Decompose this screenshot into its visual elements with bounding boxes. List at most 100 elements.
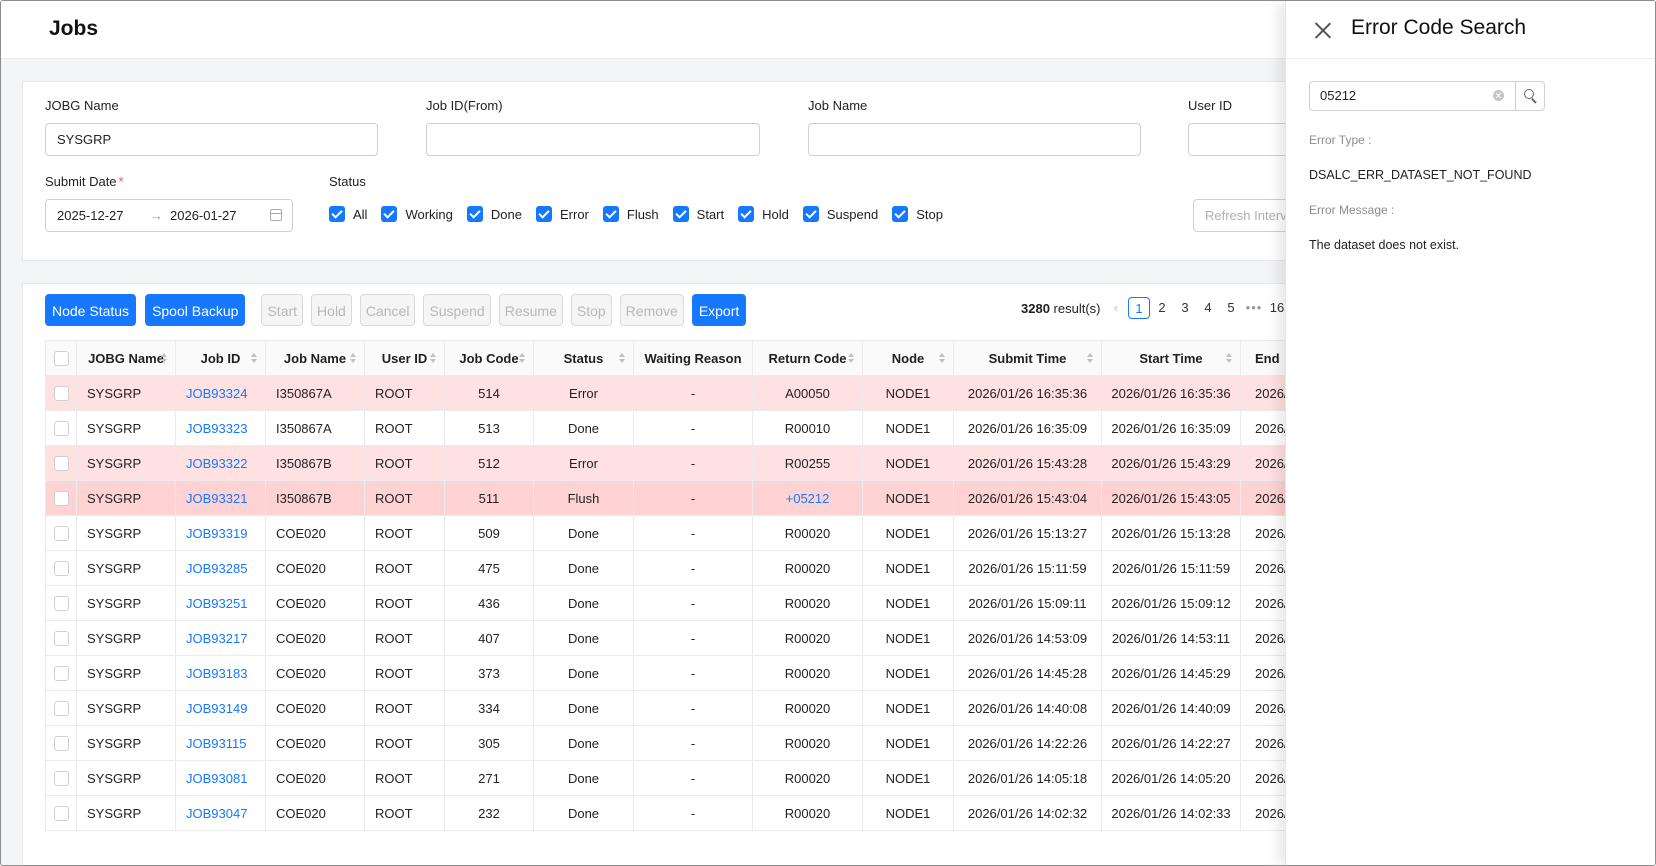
row-checkbox-cell[interactable] xyxy=(45,445,77,481)
status-option-stop[interactable]: Stop xyxy=(892,206,943,222)
status-option-error[interactable]: Error xyxy=(535,206,589,222)
row-checkbox[interactable] xyxy=(53,805,69,821)
prev-page-icon[interactable]: ‹ xyxy=(1105,297,1127,319)
row-checkbox-cell[interactable] xyxy=(45,795,77,831)
col-job-id[interactable]: Job ID xyxy=(175,340,266,376)
page-5[interactable]: 5 xyxy=(1220,297,1242,319)
checkbox-checked-icon[interactable] xyxy=(466,206,483,222)
status-option-all[interactable]: All xyxy=(329,206,367,222)
row-checkbox-cell[interactable] xyxy=(45,585,77,621)
row-checkbox[interactable] xyxy=(53,385,69,401)
close-icon[interactable] xyxy=(1314,21,1332,39)
row-checkbox-cell[interactable] xyxy=(45,760,77,796)
page-3[interactable]: 3 xyxy=(1174,297,1196,319)
sort-icon[interactable] xyxy=(619,353,625,363)
row-checkbox[interactable] xyxy=(53,560,69,576)
status-option-flush[interactable]: Flush xyxy=(602,206,659,222)
row-checkbox-cell[interactable] xyxy=(45,690,77,726)
row-checkbox[interactable] xyxy=(53,665,69,681)
cell-job-id[interactable]: JOB93323 xyxy=(175,410,266,446)
remove-button[interactable]: Remove xyxy=(619,294,684,326)
error-code-search-input[interactable]: 05212 xyxy=(1309,81,1515,111)
more-pages-icon[interactable]: ••• xyxy=(1243,297,1265,319)
job-name-input[interactable] xyxy=(808,123,1141,156)
calendar-icon[interactable] xyxy=(270,209,282,221)
row-checkbox-cell[interactable] xyxy=(45,515,77,551)
job-id-from-input[interactable] xyxy=(426,123,760,156)
cell-job-id[interactable]: JOB93183 xyxy=(175,655,266,691)
page-2[interactable]: 2 xyxy=(1151,297,1173,319)
sort-icon[interactable] xyxy=(1226,353,1232,363)
jobg-name-input[interactable]: SYSGRP xyxy=(45,123,378,156)
checkbox-checked-icon[interactable] xyxy=(329,206,345,222)
resume-button[interactable]: Resume xyxy=(498,294,563,326)
sort-icon[interactable] xyxy=(430,353,436,363)
checkbox-checked-icon[interactable] xyxy=(672,206,689,222)
page-4[interactable]: 4 xyxy=(1197,297,1219,319)
checkbox-checked-icon[interactable] xyxy=(738,206,755,222)
cell-job-id[interactable]: JOB93217 xyxy=(175,620,266,656)
hold-button[interactable]: Hold xyxy=(311,294,352,326)
sort-icon[interactable] xyxy=(350,353,356,363)
cell-job-id[interactable]: JOB93285 xyxy=(175,550,266,586)
search-button[interactable] xyxy=(1515,81,1545,111)
row-checkbox-cell[interactable] xyxy=(45,375,77,411)
row-checkbox-cell[interactable] xyxy=(45,550,77,586)
row-checkbox[interactable] xyxy=(53,630,69,646)
col-submit-time[interactable]: Submit Time xyxy=(953,340,1102,376)
row-checkbox[interactable] xyxy=(53,735,69,751)
sort-icon[interactable] xyxy=(519,353,525,363)
export-button[interactable]: Export xyxy=(691,294,747,326)
col-job-code[interactable]: Job Code xyxy=(444,340,534,376)
clear-icon[interactable] xyxy=(1493,90,1504,101)
status-option-suspend[interactable]: Suspend xyxy=(802,206,878,222)
submit-date-to[interactable]: 2026-01-27 xyxy=(170,208,237,223)
status-option-done[interactable]: Done xyxy=(466,206,522,222)
checkbox-checked-icon[interactable] xyxy=(381,206,398,222)
col-job-name[interactable]: Job Name xyxy=(265,340,365,376)
submit-date-from[interactable]: 2025-12-27 xyxy=(57,208,124,223)
cell-ret[interactable]: +05212 xyxy=(752,480,863,516)
page-1[interactable]: 1 xyxy=(1128,297,1150,319)
cell-job-id[interactable]: JOB93115 xyxy=(175,725,266,761)
row-checkbox-cell[interactable] xyxy=(45,620,77,656)
submit-date-range-picker[interactable]: 2025-12-27 → 2026-01-27 xyxy=(45,199,293,232)
spool-backup-button[interactable]: Spool Backup xyxy=(145,294,246,326)
cell-job-id[interactable]: JOB93047 xyxy=(175,795,266,831)
checkbox-checked-icon[interactable] xyxy=(892,206,909,222)
cell-job-id[interactable]: JOB93321 xyxy=(175,480,266,516)
status-option-hold[interactable]: Hold xyxy=(738,206,789,222)
row-checkbox[interactable] xyxy=(53,420,69,436)
row-checkbox[interactable] xyxy=(53,770,69,786)
row-checkbox[interactable] xyxy=(53,700,69,716)
select-all-checkbox[interactable] xyxy=(53,350,69,366)
cell-job-id[interactable]: JOB93081 xyxy=(175,760,266,796)
status-option-start[interactable]: Start xyxy=(672,206,724,222)
checkbox-checked-icon[interactable] xyxy=(535,206,552,222)
checkbox-checked-icon[interactable] xyxy=(802,206,819,222)
cell-job-id[interactable]: JOB93319 xyxy=(175,515,266,551)
node-status-button[interactable]: Node Status xyxy=(45,294,137,326)
col-start-time[interactable]: Start Time xyxy=(1101,340,1241,376)
row-checkbox-cell[interactable] xyxy=(45,410,77,446)
row-checkbox-cell[interactable] xyxy=(45,480,77,516)
row-checkbox[interactable] xyxy=(53,490,69,506)
suspend-button[interactable]: Suspend xyxy=(423,294,491,326)
row-checkbox[interactable] xyxy=(53,525,69,541)
row-checkbox[interactable] xyxy=(53,595,69,611)
cell-job-id[interactable]: JOB93322 xyxy=(175,445,266,481)
sort-icon[interactable] xyxy=(251,353,257,363)
sort-icon[interactable] xyxy=(1087,353,1093,363)
col-node[interactable]: Node xyxy=(862,340,954,376)
sort-icon[interactable] xyxy=(161,353,167,363)
select-all-checkbox-cell[interactable] xyxy=(45,340,77,376)
checkbox-checked-icon[interactable] xyxy=(602,206,619,222)
cell-job-id[interactable]: JOB93251 xyxy=(175,585,266,621)
stop-button[interactable]: Stop xyxy=(570,294,612,326)
row-checkbox-cell[interactable] xyxy=(45,725,77,761)
col-return-code[interactable]: Return Code xyxy=(752,340,863,376)
row-checkbox[interactable] xyxy=(53,455,69,471)
start-button[interactable]: Start xyxy=(261,294,304,326)
col-jobg-name[interactable]: JOBG Name xyxy=(76,340,176,376)
sort-icon[interactable] xyxy=(848,353,854,363)
